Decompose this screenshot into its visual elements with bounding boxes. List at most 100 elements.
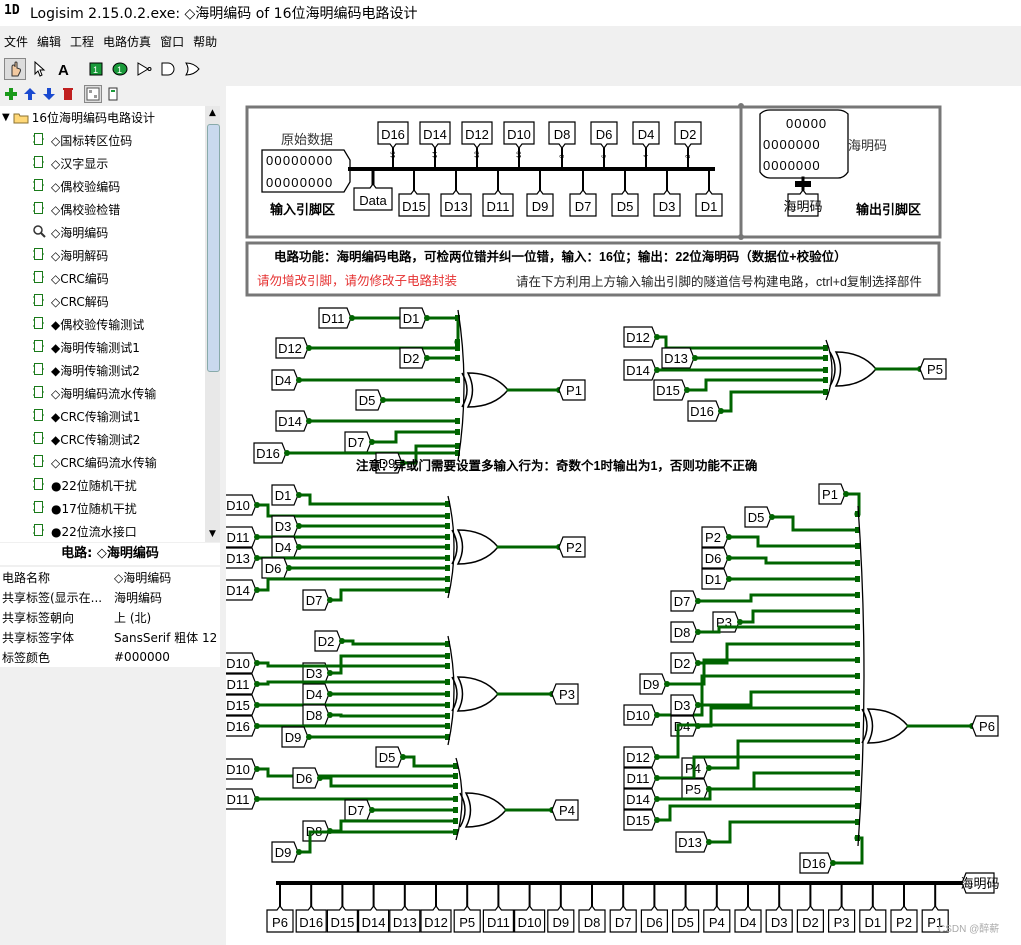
tunnel-label: D3	[659, 199, 676, 214]
move-up-icon[interactable]	[22, 86, 38, 102]
select-tool-icon[interactable]	[30, 59, 50, 79]
show-tools-icon[interactable]	[84, 85, 102, 103]
tunnel-label: D6	[265, 561, 282, 576]
wire-junction	[339, 638, 345, 644]
tunnel-label: D3	[306, 666, 323, 681]
wire-junction	[306, 418, 312, 424]
gate-input-stub	[453, 818, 458, 824]
tree-item[interactable]: ●17位随机干扰	[0, 497, 205, 520]
gate-input-stub	[453, 783, 458, 789]
delete-circuit-icon[interactable]	[60, 86, 76, 102]
not-gate-tool-icon[interactable]	[134, 59, 154, 79]
property-row[interactable]: 共享标签字体 SansSerif 粗体 12	[0, 627, 220, 647]
property-row[interactable]: 共享标签(显示在... 海明编码	[0, 587, 220, 607]
tree-root[interactable]: ▼ 16位海明编码电路设计	[0, 106, 205, 129]
tree-item-label: ◇CRC编码流水传输	[51, 456, 157, 470]
tunnel-label: D10	[226, 656, 250, 671]
menu-simulate[interactable]: 电路仿真	[103, 33, 151, 50]
property-value[interactable]: #000000	[114, 650, 220, 664]
tunnel-label: D2	[674, 656, 691, 671]
tunnel-label: D15	[226, 698, 250, 713]
collapse-icon[interactable]: ▼	[2, 112, 10, 123]
tree-item[interactable]: ◆CRC传输测试1	[0, 405, 205, 428]
gate-input-stub	[855, 673, 860, 679]
tree-item[interactable]: ●22位随机干扰	[0, 474, 205, 497]
wire-junction	[695, 702, 701, 708]
output-pin-tool-icon[interactable]: 1	[110, 59, 130, 79]
tree-item[interactable]: ◆偶校验传输测试	[0, 313, 205, 336]
tunnel-label: P2	[896, 915, 912, 930]
circuit-canvas[interactable]: 原始数据 00000000 00000000 输入引脚区 Data D16 D14 D12 D1…	[226, 86, 1021, 945]
bit-index: 10	[517, 151, 523, 158]
tree-scrollbar[interactable]: ▲ ▼	[205, 106, 220, 542]
scroll-up-icon[interactable]: ▲	[205, 106, 220, 121]
wire-junction	[296, 492, 302, 498]
property-value[interactable]: ◇海明编码	[114, 569, 220, 586]
tunnel-label: D13	[664, 351, 688, 366]
tree-item[interactable]: ●22位流水接口	[0, 520, 205, 542]
xor-gate	[456, 676, 499, 712]
show-simulation-icon[interactable]	[105, 86, 121, 102]
tunnel-label: D1	[864, 915, 881, 930]
menu-help[interactable]: 帮助	[193, 33, 217, 50]
wire-junction	[692, 355, 698, 361]
menu-project[interactable]: 工程	[70, 33, 94, 50]
gate-input-stub	[823, 389, 828, 395]
tunnel-label: D5	[748, 510, 765, 525]
tree-item-label: ◇CRC解码	[51, 295, 109, 309]
input-pin-tool-icon[interactable]: 1	[86, 59, 106, 79]
tree-item[interactable]: ◇海明编码	[0, 221, 205, 244]
and-gate-tool-icon[interactable]	[158, 59, 178, 79]
tree-item[interactable]: ◇偶校验编码	[0, 175, 205, 198]
gate-input-stub	[855, 705, 860, 711]
tree-item[interactable]: ◇海明编码流水传输	[0, 382, 205, 405]
text-tool-icon[interactable]: A	[54, 59, 74, 79]
tunnel-label: D3	[674, 698, 691, 713]
tree-item[interactable]: ◆海明传输测试1	[0, 336, 205, 359]
property-row[interactable]: 电路名称 ◇海明编码	[0, 567, 220, 587]
gate-input-stub	[455, 377, 460, 383]
tunnel-label: D11	[227, 530, 250, 545]
poke-tool-icon[interactable]	[4, 58, 26, 80]
tunnel-label: D12	[278, 341, 302, 356]
property-row[interactable]: 共享标签朝向 上 (北)	[0, 607, 220, 627]
tunnel-label: D2	[403, 351, 420, 366]
menu-edit[interactable]: 编辑	[37, 33, 61, 50]
property-row[interactable]: 标签颜色 #000000	[0, 647, 220, 667]
wire-junction	[654, 796, 660, 802]
tree-item[interactable]: ◇偶校验检错	[0, 198, 205, 221]
wire-junction	[706, 765, 712, 771]
tunnel-label: D7	[615, 915, 632, 930]
tree-item[interactable]: ◆CRC传输测试2	[0, 428, 205, 451]
tree-item-label: ◆海明传输测试2	[51, 364, 140, 378]
add-circuit-icon[interactable]	[3, 86, 19, 102]
wire-junction	[306, 345, 312, 351]
tree-item[interactable]: ◆海明传输测试2	[0, 359, 205, 382]
svg-text:A: A	[58, 62, 69, 77]
scroll-down-icon[interactable]: ▼	[205, 527, 220, 542]
subcircuit-icon	[33, 201, 47, 218]
wire-junction	[654, 775, 660, 781]
tree-item[interactable]: ◇汉字显示	[0, 152, 205, 175]
menu-file[interactable]: 文件	[4, 33, 28, 50]
splitter-block	[795, 181, 811, 187]
tree-item[interactable]: ◇CRC编码流水传输	[0, 451, 205, 474]
scroll-thumb[interactable]	[207, 124, 220, 372]
tree-item[interactable]: ◇CRC解码	[0, 290, 205, 313]
note-text: 注意：异或门需要设置多输入行为：奇数个1时输出为1，否则功能不正确	[356, 458, 757, 473]
tree-item[interactable]: ◇CRC编码	[0, 267, 205, 290]
property-value[interactable]: SansSerif 粗体 12	[114, 629, 220, 646]
move-down-icon[interactable]	[41, 86, 57, 102]
wire-junction	[254, 766, 260, 772]
tunnel-label: D11	[487, 915, 510, 930]
tree-item[interactable]: ◇国标转区位码	[0, 129, 205, 152]
window-title: Logisim 2.15.0.2.exe: ◇海明编码 of 16位海明编码电路…	[30, 6, 418, 22]
gate-input-stub	[855, 786, 860, 792]
tree-item-label: ◇国标转区位码	[51, 134, 133, 148]
tree-item[interactable]: ◇海明解码	[0, 244, 205, 267]
or-gate-tool-icon[interactable]	[182, 59, 202, 79]
property-value[interactable]: 海明编码	[114, 589, 220, 606]
tunnel-label: D12	[626, 750, 650, 765]
property-value[interactable]: 上 (北)	[114, 609, 220, 626]
menu-window[interactable]: 窗口	[160, 33, 184, 50]
